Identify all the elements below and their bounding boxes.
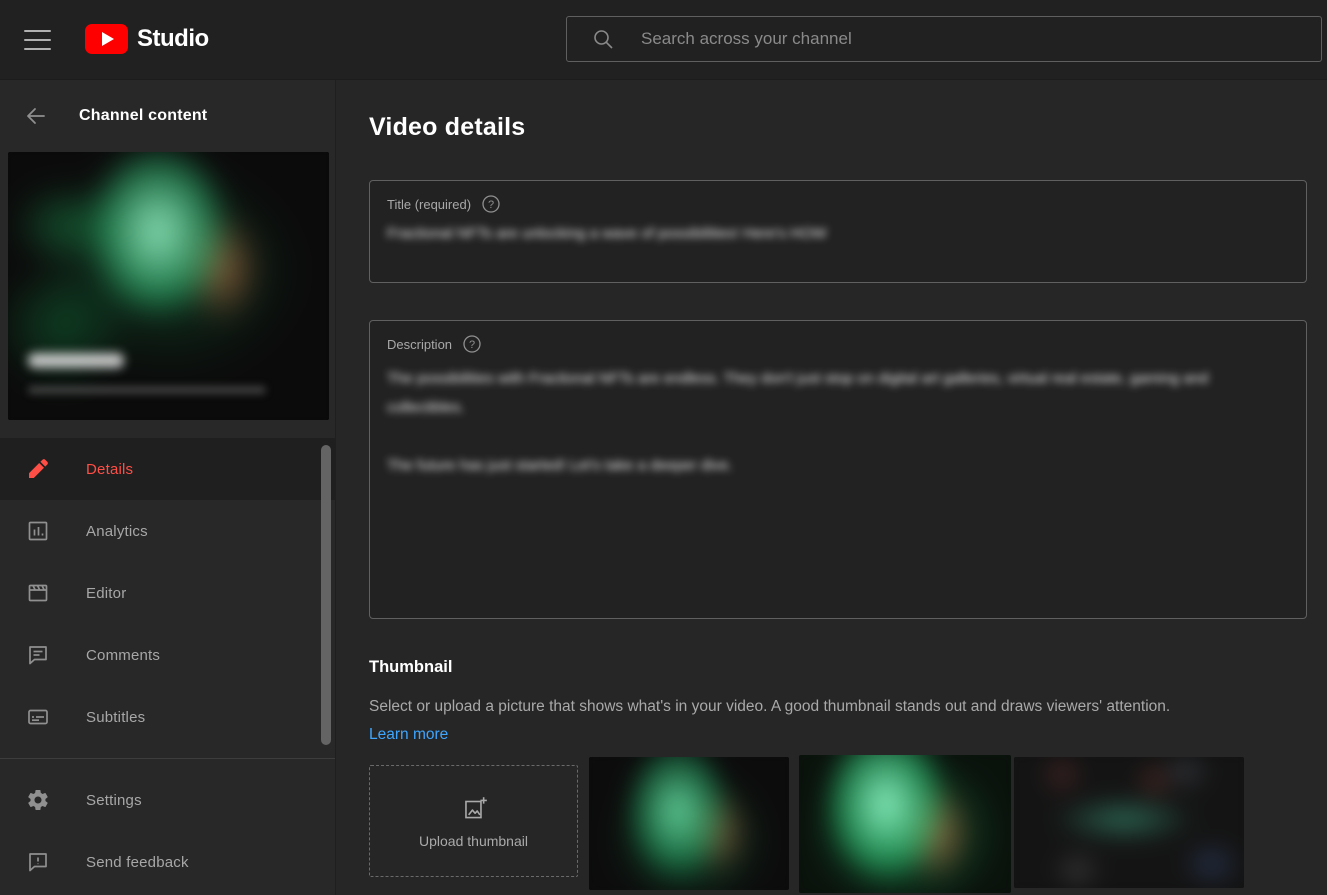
sidebar-header: Channel content	[0, 80, 335, 152]
pencil-icon	[26, 457, 50, 481]
topbar: Studio	[0, 0, 1327, 80]
title-field-label: Title (required)	[387, 196, 472, 212]
comments-icon	[26, 643, 50, 667]
back-arrow-icon[interactable]	[24, 104, 48, 128]
sidebar-menu: Details Analytics Editor Comments Subtit…	[0, 438, 335, 893]
sidebar-item-send-feedback[interactable]: Send feedback	[0, 831, 335, 893]
channel-search-box[interactable]	[566, 16, 1322, 62]
sidebar-item-label: Editor	[86, 584, 127, 602]
description-paragraph-2: The future has just started! Let's take …	[387, 457, 733, 474]
sidebar-item-label: Settings	[86, 791, 142, 809]
sidebar-item-analytics[interactable]: Analytics	[0, 500, 335, 562]
sidebar-item-comments[interactable]: Comments	[0, 624, 335, 686]
upload-thumbnail-label: Upload thumbnail	[419, 832, 528, 849]
thumbnail-option-1[interactable]	[589, 757, 789, 890]
sidebar-item-label: Analytics	[86, 522, 148, 540]
upload-thumbnail-button[interactable]: Upload thumbnail	[369, 765, 578, 877]
title-field[interactable]: Title (required) ? Fractional NFTs are u…	[369, 180, 1307, 283]
thumbnail-option-2-image	[799, 755, 1011, 893]
sidebar-divider	[0, 758, 335, 759]
help-icon[interactable]: ?	[462, 334, 482, 354]
sidebar: Channel content Details Analytics Editor…	[0, 80, 336, 895]
thumbnail-section-description: Select or upload a picture that shows wh…	[369, 698, 1171, 715]
youtube-studio-logo[interactable]: Studio	[85, 24, 209, 54]
gear-icon	[26, 788, 50, 812]
upload-image-icon	[459, 794, 489, 824]
sidebar-item-label: Comments	[86, 646, 161, 664]
search-icon	[591, 27, 615, 51]
sidebar-item-label: Send feedback	[86, 853, 189, 871]
title-field-value: Fractional NFTs are unlocking a wave of …	[387, 225, 827, 242]
sidebar-item-settings[interactable]: Settings	[0, 769, 335, 831]
video-preview-image	[8, 152, 329, 420]
learn-more-link[interactable]: Learn more	[369, 726, 448, 744]
thumbnail-option-2[interactable]	[799, 755, 1011, 893]
svg-text:?: ?	[469, 339, 475, 351]
sidebar-item-editor[interactable]: Editor	[0, 562, 335, 624]
description-field[interactable]: Description ? The possibilities with Fra…	[369, 320, 1307, 619]
sidebar-item-label: Details	[86, 460, 134, 478]
thumbnail-section-heading: Thumbnail	[369, 658, 453, 676]
subtitles-icon	[26, 705, 50, 729]
description-field-label: Description	[387, 336, 453, 352]
feedback-icon	[26, 850, 50, 874]
sidebar-item-details[interactable]: Details	[0, 438, 335, 500]
editor-icon	[26, 581, 50, 605]
help-icon[interactable]: ?	[481, 194, 501, 214]
sidebar-scrollbar[interactable]	[321, 445, 331, 745]
page-title: Video details	[369, 113, 526, 141]
youtube-play-icon	[85, 24, 128, 54]
video-title-blurred	[28, 353, 124, 368]
sidebar-title: Channel content	[79, 107, 208, 124]
svg-text:?: ?	[488, 199, 494, 211]
thumbnail-option-3-image	[1014, 757, 1244, 888]
sidebar-item-subtitles[interactable]: Subtitles	[0, 686, 335, 748]
brand-text: Studio	[137, 25, 209, 52]
menu-icon[interactable]	[24, 30, 51, 50]
analytics-icon	[26, 519, 50, 543]
search-input[interactable]	[641, 29, 1311, 49]
video-subtitle-blurred	[28, 386, 266, 394]
main-content: Video details Title (required) ? Fractio…	[336, 80, 1327, 895]
video-preview-card[interactable]	[8, 152, 329, 420]
sidebar-item-label: Subtitles	[86, 708, 146, 726]
thumbnail-option-3[interactable]	[1014, 757, 1244, 888]
thumbnail-option-1-image	[589, 757, 789, 890]
description-paragraph-1: The possibilities with Fractional NFTs a…	[387, 370, 1209, 416]
